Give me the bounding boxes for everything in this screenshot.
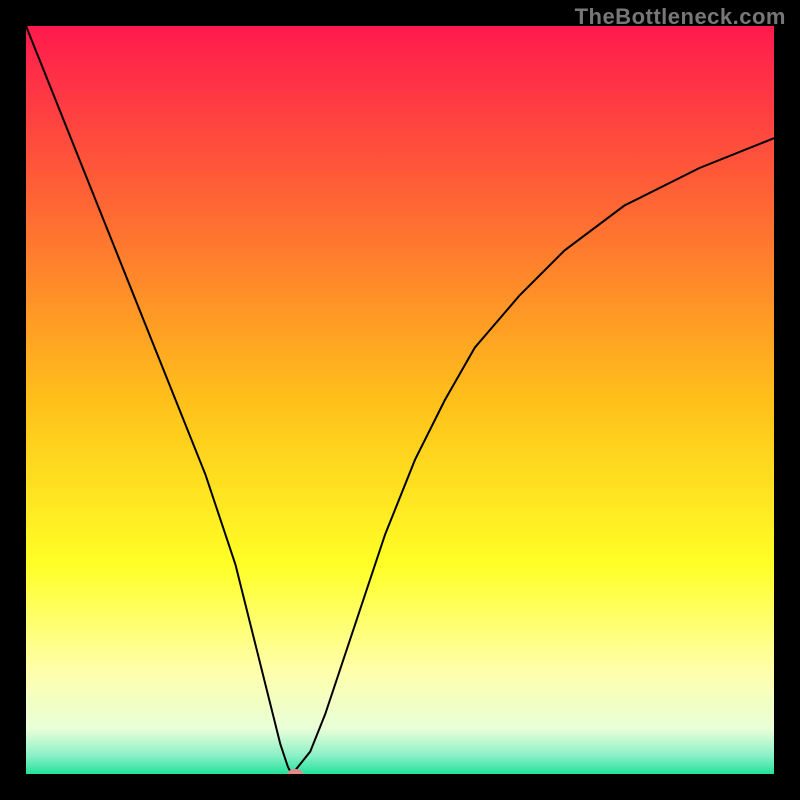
chart-frame: TheBottleneck.com: [0, 0, 800, 800]
bottleneck-chart: [26, 26, 774, 774]
watermark-text: TheBottleneck.com: [575, 4, 786, 30]
gradient-background: [26, 26, 774, 774]
plot-area: [26, 26, 774, 774]
